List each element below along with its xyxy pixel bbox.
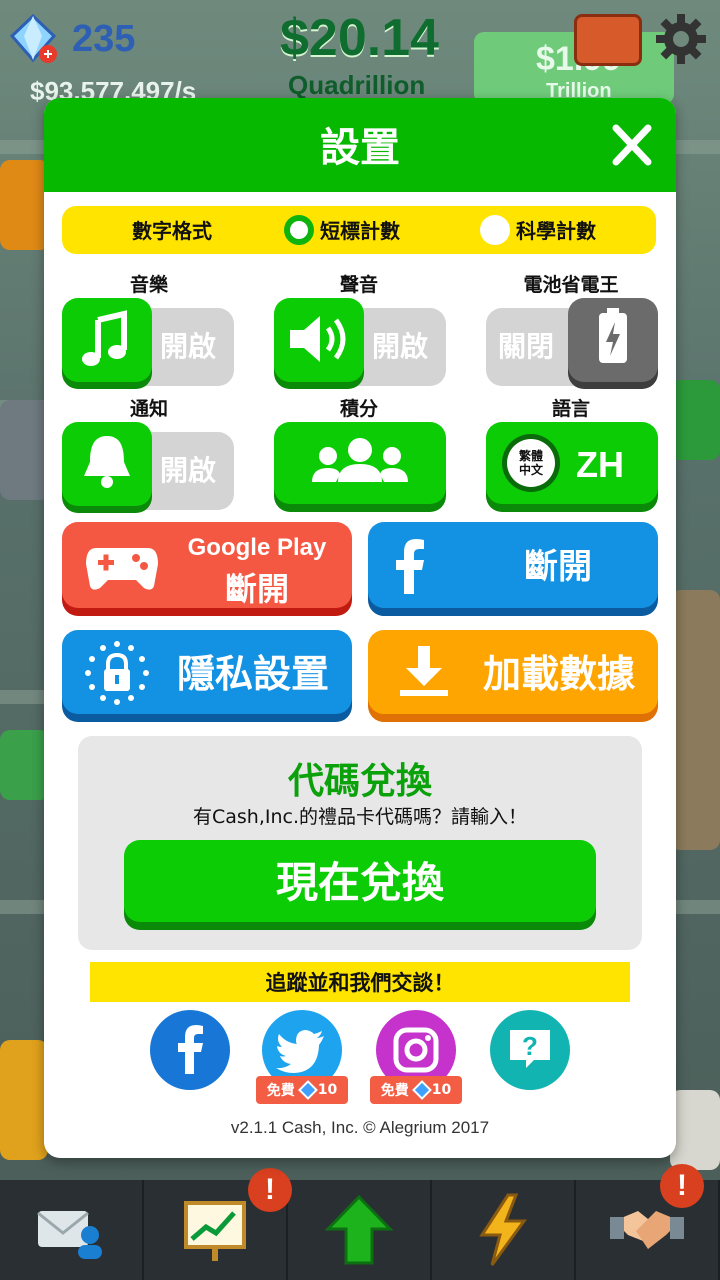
google-play-action: 斷開 — [224, 570, 289, 608]
gem-icon — [411, 1080, 432, 1100]
settings-modal: 設置 數字格式 短標計數 科學計數 音樂 聲音 電池省電王 開啟 開啟 關閉 通… — [44, 98, 676, 1158]
reward-amount: 10 — [317, 1082, 338, 1098]
toggle-knob — [62, 422, 152, 506]
download-icon — [400, 646, 448, 696]
gear-icon[interactable] — [654, 12, 708, 66]
redeem-title: 代碼兌換 — [287, 761, 432, 802]
music-state: 開啟 — [160, 330, 217, 363]
nav-boost[interactable] — [432, 1180, 576, 1280]
instagram-reward-badge: 免費 10 — [370, 1076, 462, 1104]
cash-total: $20.14 — [280, 9, 440, 67]
music-note-icon — [82, 310, 127, 366]
leaderboard-label: 積分 — [339, 398, 378, 420]
version-text: v2.1.1 Cash, Inc. © Alegrium 2017 — [230, 1118, 490, 1137]
sound-toggle[interactable]: 開啟 — [274, 298, 446, 386]
gem-count: 235 — [72, 18, 136, 60]
treasure-chest-icon[interactable] — [574, 14, 642, 66]
google-play-title: Google Play — [187, 534, 327, 561]
language-code: ZH — [576, 444, 624, 485]
facebook-button[interactable]: 斷開 — [368, 522, 658, 608]
sound-label: 聲音 — [339, 274, 378, 296]
battery-saver-toggle[interactable]: 關閉 — [486, 298, 658, 386]
redeem-subtitle: 有Cash,Inc.的禮品卡代碼嗎？請輸入！ — [192, 806, 528, 828]
radio-short-scale[interactable] — [284, 215, 314, 245]
language-label: 語言 — [551, 398, 590, 420]
speaker-icon — [290, 316, 346, 362]
nav-deals[interactable]: ! — [576, 1164, 720, 1280]
option-scientific[interactable]: 科學計數 — [516, 206, 596, 256]
privacy-settings-button[interactable]: 隱私設置 — [62, 630, 352, 714]
background-building — [670, 1090, 720, 1170]
top-hud: 235 $20.14 Quadrillion $93,577,497/s $1.… — [0, 0, 720, 110]
gem-icon — [297, 1080, 318, 1100]
modal-title: 設置 — [320, 125, 400, 171]
radio-scientific[interactable] — [480, 215, 510, 245]
facebook-icon — [178, 1025, 203, 1074]
background-building — [670, 380, 720, 460]
nav-mail[interactable] — [0, 1180, 144, 1280]
load-data-label: 加載數據 — [482, 652, 635, 696]
twitter-reward-badge: 免費 10 — [256, 1076, 348, 1104]
background-building — [0, 400, 50, 500]
background-building — [0, 1040, 48, 1160]
notifications-label: 通知 — [129, 398, 168, 420]
number-format-bar: 數字格式 短標計數 科學計數 — [62, 206, 656, 254]
battery-icon — [599, 308, 627, 363]
reward-amount: 10 — [431, 1082, 452, 1098]
bell-icon — [84, 436, 130, 488]
facebook-icon — [396, 539, 424, 594]
notifications-state: 開啟 — [160, 454, 217, 487]
group-icon — [312, 438, 408, 482]
follow-banner: 追蹤並和我們交談！ — [90, 962, 630, 1002]
reward-free-text: 免費 — [266, 1083, 295, 1099]
alert-badge: ! — [660, 1164, 704, 1208]
option-short-scale[interactable]: 短標計數 — [320, 206, 400, 256]
battery-saver-label: 電池省電王 — [523, 274, 619, 296]
bottom-nav: ! ! — [0, 1164, 720, 1280]
language-badge-text: 繁體 中文 — [507, 439, 555, 487]
help-social-button[interactable]: ? — [490, 1010, 570, 1090]
cash-unit: Quadrillion — [288, 70, 426, 100]
background-building — [0, 730, 50, 800]
lightning-icon — [479, 1193, 527, 1266]
nav-upgrade[interactable]: ! — [248, 1168, 432, 1280]
privacy-settings-label: 隱私設置 — [176, 652, 329, 696]
redeem-now-label: 現在兌換 — [275, 858, 444, 907]
toggle-knob — [568, 298, 658, 382]
privacy-lock-icon — [85, 641, 149, 705]
alert-badge: ! — [248, 1168, 292, 1212]
redeem-panel: 代碼兌換 有Cash,Inc.的禮品卡代碼嗎？請輸入！ 現在兌換 — [78, 736, 642, 950]
facebook-social-button[interactable] — [150, 1010, 230, 1090]
notifications-toggle[interactable]: 開啟 — [62, 422, 234, 510]
help-chat-icon: ? — [510, 1030, 550, 1068]
redeem-now-button[interactable]: 現在兌換 — [124, 840, 596, 922]
number-format-label: 數字格式 — [132, 219, 212, 243]
sound-state: 開啟 — [372, 330, 429, 363]
battery-saver-state: 關閉 — [498, 330, 555, 363]
close-icon[interactable] — [610, 120, 654, 170]
background-building — [670, 590, 720, 850]
gem-icon — [9, 14, 57, 63]
gamepad-icon — [86, 548, 158, 590]
language-button[interactable]: 繁體 中文 ZH — [486, 422, 658, 504]
google-play-button[interactable]: Google Play 斷開 — [62, 522, 352, 608]
mail-icon — [37, 1211, 102, 1259]
toggle-knob — [62, 298, 152, 382]
facebook-action: 斷開 — [524, 547, 592, 587]
background-building — [0, 160, 50, 250]
chart-board-icon — [184, 1201, 246, 1261]
load-data-button[interactable]: 加載數據 — [368, 630, 658, 714]
svg-text:?: ? — [522, 1031, 538, 1061]
leaderboard-button[interactable] — [274, 422, 446, 504]
toggle-knob — [274, 298, 364, 382]
language-badge: 繁體 中文 — [502, 434, 560, 492]
music-toggle[interactable]: 開啟 — [62, 298, 234, 386]
up-arrow-icon — [324, 1194, 394, 1265]
reward-free-text: 免費 — [380, 1083, 409, 1099]
music-label: 音樂 — [129, 274, 168, 296]
follow-banner-text: 追蹤並和我們交談！ — [265, 971, 455, 995]
